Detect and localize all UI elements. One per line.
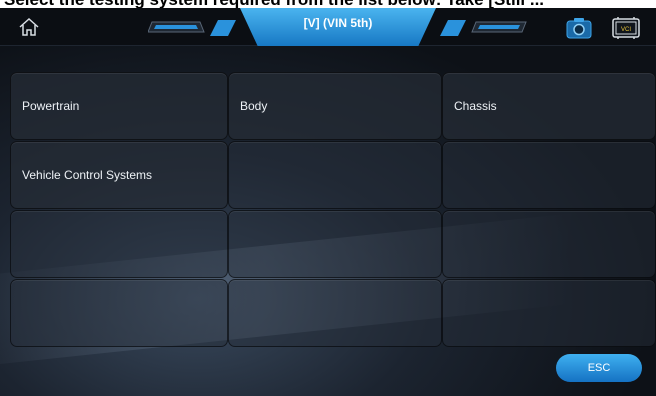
svg-text:VCI: VCI bbox=[621, 27, 631, 33]
menu-item-empty bbox=[442, 210, 656, 278]
menu-item-empty bbox=[228, 279, 442, 347]
menu-item-chassis[interactable]: Chassis bbox=[442, 72, 656, 140]
menu-item-label: Vehicle Control Systems bbox=[22, 168, 153, 182]
menu-item-body[interactable]: Body bbox=[228, 72, 442, 140]
header-decoration-right bbox=[440, 20, 527, 36]
menu-item-label: Body bbox=[240, 99, 268, 113]
menu-item-powertrain[interactable]: Powertrain bbox=[10, 72, 228, 140]
menu-item-label: Powertrain bbox=[22, 99, 80, 113]
vci-icon: VCI bbox=[612, 17, 640, 39]
home-button[interactable] bbox=[14, 13, 44, 41]
system-menu-grid: Powertrain Body Chassis Vehicle Control … bbox=[10, 72, 656, 352]
home-icon bbox=[19, 17, 39, 36]
menu-item-empty bbox=[10, 279, 228, 347]
menu-item-empty bbox=[228, 141, 442, 209]
menu-item-empty bbox=[10, 210, 228, 278]
vci-button[interactable]: VCI bbox=[612, 16, 640, 40]
camera-icon bbox=[566, 18, 592, 39]
menu-item-empty bbox=[442, 279, 656, 347]
page-title: [V] (VIN 5th) bbox=[303, 16, 373, 30]
diagnostic-screen: [V] (VIN 5th) VCI Powertrain Body Chassi… bbox=[0, 8, 656, 396]
menu-item-vehicle-control-systems[interactable]: Vehicle Control Systems bbox=[10, 141, 228, 209]
esc-button[interactable]: ESC bbox=[556, 354, 642, 382]
camera-button[interactable] bbox=[566, 17, 592, 39]
menu-item-empty bbox=[228, 210, 442, 278]
menu-item-empty bbox=[442, 141, 656, 209]
title-tab: [V] (VIN 5th) bbox=[240, 8, 436, 46]
menu-item-label: Chassis bbox=[454, 99, 497, 113]
top-bar: [V] (VIN 5th) VCI bbox=[0, 8, 656, 46]
header-decoration-left bbox=[148, 20, 236, 36]
